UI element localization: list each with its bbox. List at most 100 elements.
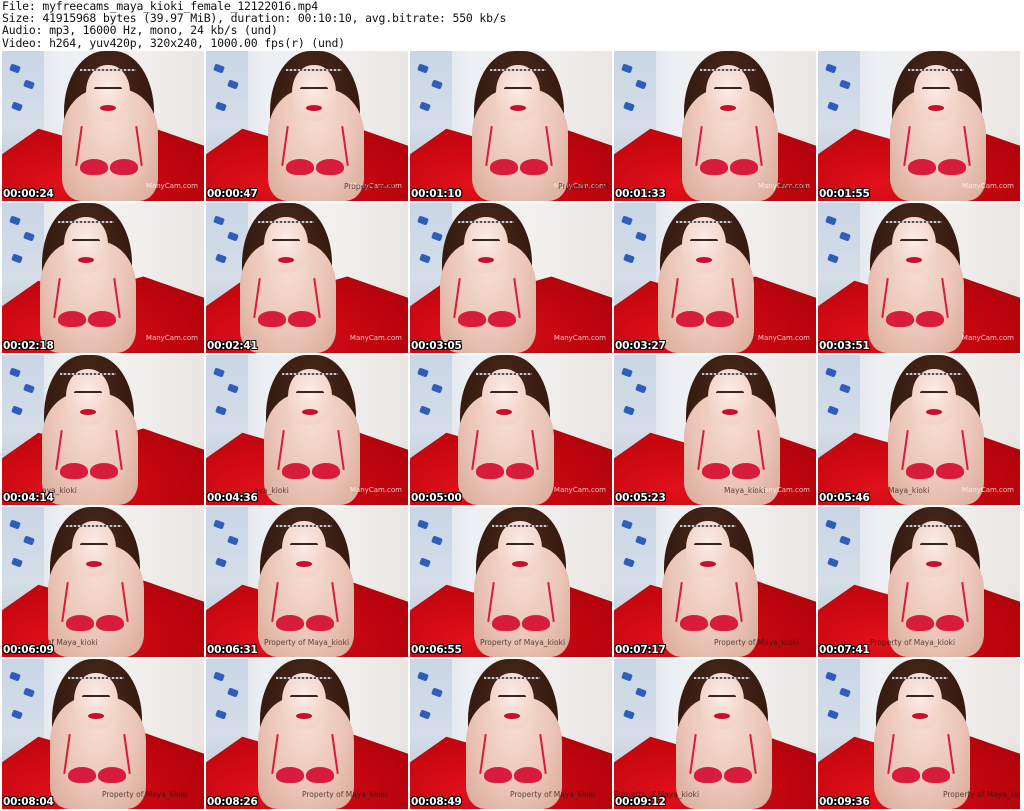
property-watermark: Property of M (344, 182, 395, 191)
bra-cup-left (476, 463, 504, 479)
property-watermark: Property of Maya_kioki (714, 638, 800, 647)
timestamp: 00:06:55 (411, 644, 462, 656)
bra-cup-left (702, 463, 730, 479)
timestamp: 00:04:14 (3, 492, 54, 504)
video-info-line: Video: h264, yuv420p, 320x240, 1000.00 f… (2, 35, 345, 50)
bra-cup-right (90, 463, 118, 479)
bra-cup-right (306, 767, 334, 783)
bra-cup-left (276, 615, 304, 631)
headband (458, 221, 514, 223)
property-watermark: Property of Maya_kioki (480, 638, 566, 647)
bra-cup-right (316, 159, 344, 175)
headband (700, 69, 756, 71)
bra-cup-left (908, 159, 936, 175)
manycam-watermark: ManyCam.com (349, 486, 402, 494)
person-face (86, 65, 130, 121)
manycam-watermark: ManyCam.com (757, 334, 810, 342)
video-thumbnail: ManyCam.com 00:03:27 (614, 203, 816, 353)
timestamp: 00:09:36 (819, 796, 870, 808)
thumbnail-grid: ManyCam.com 00:00:24 ManyCam.com Propert… (2, 51, 1020, 809)
person-face (682, 217, 726, 273)
video-thumbnail: Property of Maya_kioki 00:08:26 (206, 659, 408, 809)
bra-cup-right (730, 159, 758, 175)
headband (490, 69, 546, 71)
property-watermark: Property of Maya_kioki (102, 790, 188, 799)
person-face (464, 217, 508, 273)
headband (258, 221, 314, 223)
video-thumbnail: ManyCam.com 00:01:55 (818, 51, 1020, 201)
manycam-watermark: ManyCam.com (145, 334, 198, 342)
headband (892, 677, 948, 679)
person-face (64, 217, 108, 273)
timestamp: 00:00:24 (3, 188, 54, 200)
property-watermark: Maya_kioki (888, 486, 930, 495)
manycam-watermark: ManyCam.com (553, 334, 606, 342)
property-watermark: Property of Maya_kioki (302, 790, 388, 799)
property-watermark: Property of Maya_kioki (510, 790, 596, 799)
video-thumbnail: y of Maya_kioki 00:06:09 (2, 507, 204, 657)
video-thumbnail: ManyCam.com Maya_kioki 00:05:46 (818, 355, 1020, 505)
headband (492, 525, 548, 527)
bra-cup-right (88, 311, 116, 327)
timestamp: 00:03:05 (411, 340, 462, 352)
person-face (74, 673, 118, 729)
video-thumbnail: Property of Maya_kioki 00:06:55 (410, 507, 612, 657)
timestamp: 00:05:00 (411, 492, 462, 504)
timestamp: 00:06:31 (207, 644, 258, 656)
property-watermark: Propert (779, 182, 807, 191)
video-thumbnail: ManyCam.com Property of M 00:00:47 (206, 51, 408, 201)
bra-cup-right (312, 463, 340, 479)
bra-cup-left (676, 311, 704, 327)
video-thumbnail: Property of Maya_kioki 00:07:17 (614, 507, 816, 657)
person-face (700, 673, 744, 729)
audio-info-line: Audio: mp3, 16000 Hz, mono, 24 kb/s (und… (2, 23, 278, 38)
headband (886, 221, 942, 223)
video-thumbnail: aya_kioki 00:04:14 (2, 355, 204, 505)
bra-cup-right (916, 311, 944, 327)
timestamp: 00:03:51 (819, 340, 870, 352)
timestamp: 00:06:09 (3, 644, 54, 656)
bra-cup-left (484, 767, 512, 783)
bra-cup-left (286, 159, 314, 175)
timestamp: 00:05:46 (819, 492, 870, 504)
timestamp: 00:09:12 (615, 796, 666, 808)
bra-cup-right (724, 767, 752, 783)
video-thumbnail: ManyCam.com 00:00:24 (2, 51, 204, 201)
headband (476, 373, 532, 375)
headband (484, 677, 540, 679)
person-face (264, 217, 308, 273)
person-face (686, 521, 730, 577)
headband (702, 373, 758, 375)
property-watermark: Property of Maya_kioki (943, 790, 1020, 799)
bra-cup-left (66, 615, 94, 631)
bra-cup-right (710, 615, 738, 631)
bra-cup-left (906, 615, 934, 631)
video-thumbnail: ManyCam.com 00:03:51 (818, 203, 1020, 353)
timestamp: 00:01:33 (615, 188, 666, 200)
video-thumbnail: Property of Maya_kioki 00:07:41 (818, 507, 1020, 657)
timestamp: 00:02:41 (207, 340, 258, 352)
property-watermark: Property of Maya_kioki (264, 638, 350, 647)
bra-cup-right (520, 159, 548, 175)
person-face (898, 673, 942, 729)
headband (60, 373, 116, 375)
headband (282, 373, 338, 375)
person-face (66, 369, 110, 425)
person-face (282, 521, 326, 577)
video-thumbnail: ManyCam.com Property of M 00:01:10 (410, 51, 612, 201)
video-thumbnail: Property of Maya_kioki 00:09:12 (614, 659, 816, 809)
timestamp: 00:08:26 (207, 796, 258, 808)
timestamp: 00:00:47 (207, 188, 258, 200)
bra-cup-left (680, 615, 708, 631)
headband (286, 69, 342, 71)
bra-cup-left (694, 767, 722, 783)
bra-cup-right (732, 463, 760, 479)
timestamp: 00:04:36 (207, 492, 258, 504)
property-watermark: aya_kioki (254, 486, 289, 495)
bra-cup-left (892, 767, 920, 783)
headband (276, 677, 332, 679)
video-thumbnail: ManyCam.com Propert 00:01:33 (614, 51, 816, 201)
timestamp: 00:07:41 (819, 644, 870, 656)
property-watermark: Property of M (558, 182, 609, 191)
headband (66, 525, 122, 527)
